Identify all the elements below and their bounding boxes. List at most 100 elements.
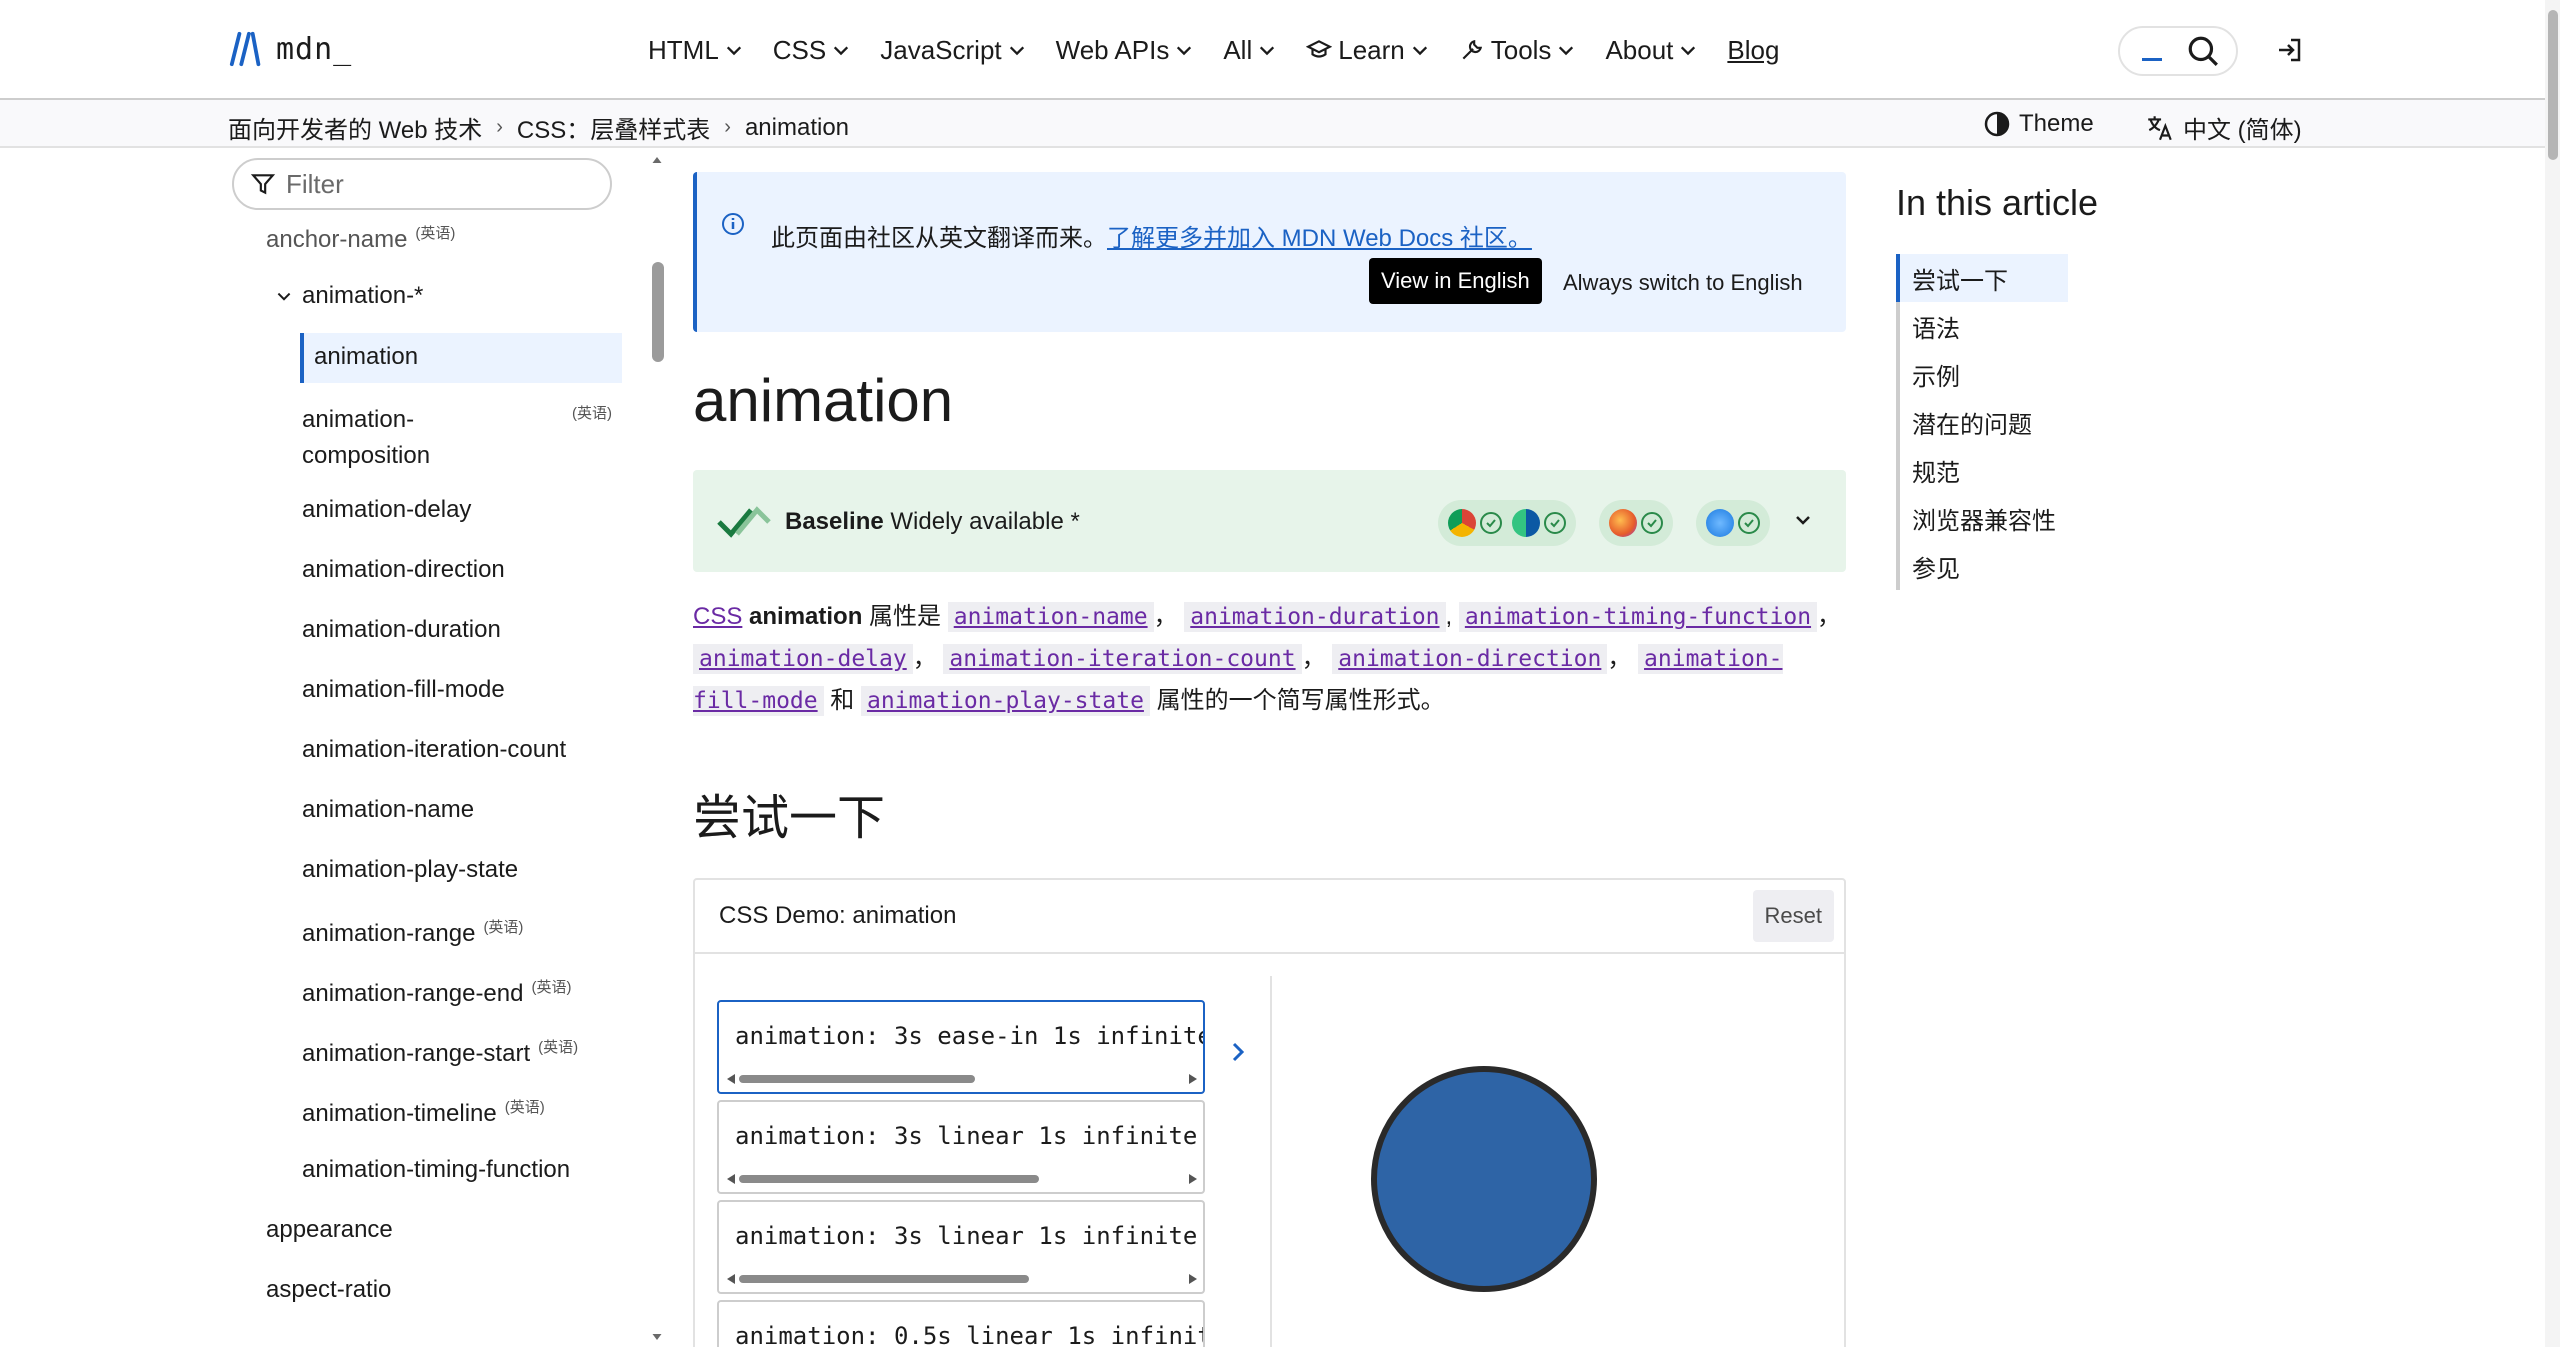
search-button[interactable] <box>2118 26 2238 76</box>
scroll-down-arrow-icon[interactable] <box>650 1331 664 1343</box>
nav-all[interactable]: All <box>1223 30 1276 70</box>
always-switch-english-button[interactable]: Always switch to English <box>1563 270 1803 296</box>
horizontal-scrollbar[interactable] <box>725 1072 1199 1086</box>
notice-community-link[interactable]: 了解更多并加入 MDN Web Docs 社区。 <box>1107 225 1532 252</box>
horizontal-scrollbar[interactable] <box>725 1272 1199 1286</box>
safari-icon <box>1706 509 1734 537</box>
firefox-icon <box>1609 509 1637 537</box>
nav-javascript[interactable]: JavaScript <box>880 30 1025 70</box>
chevron-down-icon <box>1681 46 1696 56</box>
scroll-up-arrow-icon[interactable] <box>650 154 664 166</box>
css-link[interactable]: CSS <box>693 603 742 630</box>
theme-switcher[interactable]: Theme <box>1983 110 2094 138</box>
link-animation-iteration-count[interactable]: animation-iteration-count <box>943 644 1302 674</box>
sidebar-scrollbar-thumb[interactable] <box>652 262 664 362</box>
breadcrumb-item-web-tech[interactable]: 面向开发者的 Web 技术 <box>228 110 482 145</box>
baseline-text: Baseline Widely available * <box>785 508 1080 536</box>
demo-code-option[interactable]: animation: 0.5s linear 1s infinite alter… <box>717 1300 1205 1347</box>
sidebar-item-animation-delay[interactable]: animation-delay <box>302 496 471 524</box>
sidebar-item-animation-name[interactable]: animation-name <box>302 796 474 824</box>
page-scrollbar-thumb[interactable] <box>2548 10 2558 160</box>
nav-learn[interactable]: Learn <box>1306 30 1429 70</box>
sidebar-item-animation-timing-function[interactable]: animation-timing-function <box>302 1156 570 1184</box>
sidebar-item-animation-iteration-count[interactable]: animation-iteration-count <box>302 736 566 764</box>
toc-item-see-also[interactable]: 参见 <box>1900 542 2068 590</box>
demo-code-option[interactable]: animation: 3s linear 1s infinite running… <box>717 1100 1205 1194</box>
browser-support-firefox <box>1599 500 1673 546</box>
link-animation-duration[interactable]: animation-duration <box>1184 602 1446 632</box>
baseline-check-icon <box>717 506 771 538</box>
toc-item-specs[interactable]: 规范 <box>1900 446 2068 494</box>
sidebar-item-animation[interactable]: animation <box>300 333 622 383</box>
view-in-english-button[interactable]: View in English <box>1369 258 1542 304</box>
sidebar-item-label: animation-delay <box>302 496 472 523</box>
toc-item-gotchas[interactable]: 潜在的问题 <box>1900 398 2068 446</box>
horizontal-scrollbar[interactable] <box>725 1172 1199 1186</box>
baseline-banner[interactable]: Baseline Widely available * <box>693 470 1846 572</box>
sidebar-item-animation-composition[interactable]: animation-composition (英语) <box>302 402 620 474</box>
page-title: animation <box>693 367 954 434</box>
toc-item-syntax[interactable]: 语法 <box>1900 302 2068 350</box>
toc-item-examples[interactable]: 示例 <box>1900 350 2068 398</box>
english-tag: (英语) <box>483 919 524 936</box>
baseline-status: Widely available * <box>890 508 1080 535</box>
sidebar-item-animation-play-state[interactable]: animation-play-state <box>302 856 518 884</box>
browser-support-safari <box>1696 500 1770 546</box>
link-animation-direction[interactable]: animation-direction <box>1332 644 1608 674</box>
intro-and: 和 <box>830 687 855 714</box>
sidebar-filter-input[interactable]: Filter <box>232 158 612 210</box>
language-switcher[interactable]: 中文 (简体) <box>2145 110 2302 145</box>
chevron-right-icon[interactable] <box>1228 1040 1248 1064</box>
login-icon[interactable] <box>2275 36 2303 64</box>
code-line: animation: 3s ease-in 1s infinite revers… <box>735 1022 1205 1050</box>
intro-text: 属性是 <box>869 603 942 630</box>
nav-tools[interactable]: Tools <box>1459 30 1576 70</box>
nav-html[interactable]: HTML <box>648 30 743 70</box>
reset-button[interactable]: Reset <box>1752 890 1834 942</box>
english-tag: (英语) <box>504 1099 545 1116</box>
breadcrumb-item-css[interactable]: CSS：层叠样式表 <box>517 110 710 145</box>
sidebar-item-appearance[interactable]: appearance <box>266 1216 393 1244</box>
sidebar-item-animation-timeline[interactable]: animation-timeline (英语) <box>302 1096 545 1128</box>
mdn-logo[interactable]: mdn_ <box>228 30 352 68</box>
translation-notice: 此页面由社区从英文翻译而来。了解更多并加入 MDN Web Docs 社区。 V… <box>693 172 1846 332</box>
sidebar-item-animation-direction[interactable]: animation-direction <box>302 556 505 584</box>
sidebar-item-anchor-name[interactable]: anchor-name (英语) <box>266 222 455 254</box>
link-animation-play-state[interactable]: animation-play-state <box>860 686 1150 716</box>
chevron-down-icon <box>1412 46 1427 56</box>
sidebar-group-animation[interactable]: animation-* <box>276 282 423 310</box>
intro-bold-property: animation <box>749 603 863 630</box>
sidebar-item-animation-duration[interactable]: animation-duration <box>302 616 501 644</box>
sidebar-item-label: animation-timeline <box>302 1100 497 1127</box>
main-nav: HTML CSS JavaScript Web APIs All Learn T… <box>648 30 1809 70</box>
chevron-down-icon[interactable] <box>1793 510 1813 530</box>
sidebar-item-label: aspect-ratio <box>266 1276 392 1303</box>
demo-code-option[interactable]: animation: 3s ease-in 1s infinite revers… <box>717 1000 1205 1094</box>
nav-about[interactable]: About <box>1605 30 1697 70</box>
link-animation-timing-function[interactable]: animation-timing-function <box>1458 602 1818 632</box>
sidebar-item-animation-range-end[interactable]: animation-range-end (英语) <box>302 976 571 1008</box>
demo-divider <box>1270 976 1272 1347</box>
sidebar-item-label: animation-range-end <box>302 980 524 1007</box>
toc-item-browser-compat[interactable]: 浏览器兼容性 <box>1900 494 2068 542</box>
sidebar-item-animation-fill-mode[interactable]: animation-fill-mode <box>302 676 505 704</box>
sidebar-item-label: animation-fill-mode <box>302 676 505 703</box>
edge-icon <box>1512 509 1540 537</box>
nav-css[interactable]: CSS <box>773 30 850 70</box>
nav-learn-label: Learn <box>1338 34 1405 65</box>
link-animation-delay[interactable]: animation-delay <box>693 644 913 674</box>
link-animation-name[interactable]: animation-name <box>947 602 1154 632</box>
intro-paragraph: CSS animation 属性是 animation-name， animat… <box>693 602 1842 716</box>
toc-item-try-it[interactable]: 尝试一下 <box>1896 254 2068 302</box>
sidebar-item-animation-range-start[interactable]: animation-range-start (英语) <box>302 1036 578 1068</box>
filter-placeholder: Filter <box>286 168 344 199</box>
section-heading-try-it: 尝试一下 <box>693 792 886 845</box>
demo-code-option[interactable]: animation: 3s linear 1s infinite alterna… <box>717 1200 1205 1294</box>
nav-blog[interactable]: Blog <box>1727 30 1779 70</box>
sidebar-item-animation-range[interactable]: animation-range (英语) <box>302 916 523 948</box>
check-icon <box>1738 512 1760 534</box>
breadcrumb-item-animation[interactable]: animation <box>745 114 849 142</box>
page-scrollbar[interactable] <box>2545 0 2560 1347</box>
nav-web-apis[interactable]: Web APIs <box>1056 30 1194 70</box>
sidebar-item-aspect-ratio[interactable]: aspect-ratio <box>266 1276 391 1304</box>
